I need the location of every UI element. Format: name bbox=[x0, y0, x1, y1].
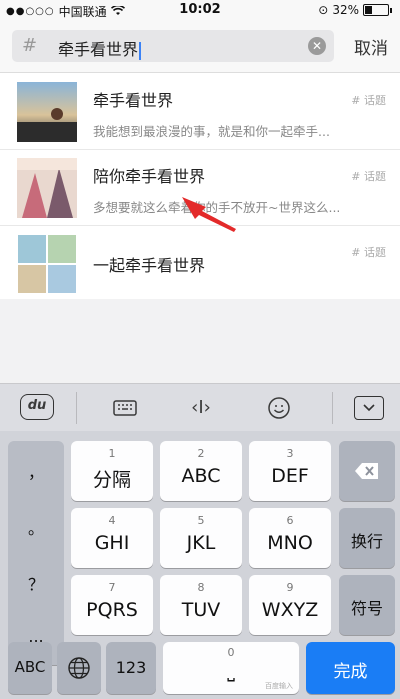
punctuation-period-key[interactable]: 。 bbox=[8, 497, 64, 553]
emoji-icon[interactable] bbox=[264, 394, 294, 422]
battery-percent: 32% bbox=[332, 3, 359, 17]
result-row[interactable]: 一起牵手看世界 # 话题 bbox=[0, 225, 400, 301]
toolbar-separator bbox=[332, 392, 333, 424]
hashtag-icon: # bbox=[351, 170, 364, 183]
text-caret bbox=[139, 41, 142, 60]
key-4[interactable]: 4 GHI bbox=[71, 508, 153, 568]
result-tag: # 话题 bbox=[351, 94, 386, 107]
search-bar: # 牵手看世界 ✕ 取消 bbox=[0, 20, 400, 73]
key-7[interactable]: 7 PQRS bbox=[71, 575, 153, 635]
cursor-move-icon[interactable]: ‹Ⅰ› bbox=[186, 394, 216, 422]
space-icon: ⎵ bbox=[227, 660, 235, 682]
toolbar-separator bbox=[76, 392, 77, 424]
globe-key[interactable] bbox=[57, 642, 101, 694]
punctuation-question-key[interactable]: ？ bbox=[8, 553, 64, 609]
numeric-key[interactable]: 123 bbox=[106, 642, 156, 694]
result-tag: # 话题 bbox=[351, 170, 386, 183]
red-arrow-annotation bbox=[182, 197, 236, 232]
result-row[interactable]: 牵手看世界 我能想到最浪漫的事，就是和你一起牵手... # 话题 bbox=[0, 73, 400, 150]
result-thumbnail bbox=[17, 158, 77, 218]
result-tag: # 话题 bbox=[351, 246, 386, 259]
clear-icon[interactable]: ✕ bbox=[308, 37, 326, 55]
punctuation-comma-key[interactable]: ， bbox=[8, 441, 64, 497]
result-subtitle: 我能想到最浪漫的事，就是和你一起牵手... bbox=[93, 124, 330, 139]
hashtag-icon: # bbox=[351, 94, 364, 107]
space-key[interactable]: 0 ⎵ 百度输入 bbox=[163, 642, 299, 694]
result-title: 陪你牵手看世界 bbox=[93, 167, 206, 186]
keyboard-toolbar: du ‹Ⅰ› bbox=[0, 383, 400, 432]
key-1[interactable]: 1 分隔 bbox=[71, 441, 153, 501]
key-8[interactable]: 8 TUV bbox=[160, 575, 242, 635]
result-title: 牵手看世界 bbox=[93, 91, 174, 110]
newline-key[interactable]: 换行 bbox=[339, 508, 395, 568]
search-query[interactable]: 牵手看世界 bbox=[58, 36, 142, 60]
result-thumbnail bbox=[17, 234, 77, 294]
battery-icon bbox=[363, 4, 389, 16]
backspace-key[interactable] bbox=[339, 441, 395, 501]
backspace-icon bbox=[355, 463, 378, 479]
collapse-keyboard-icon[interactable] bbox=[354, 396, 384, 420]
baidu-logo-icon[interactable]: du bbox=[20, 394, 54, 420]
done-key[interactable]: 完成 bbox=[306, 642, 395, 694]
empty-area bbox=[0, 299, 400, 383]
result-thumbnail bbox=[17, 82, 77, 142]
keyboard: ， 。 ？ ... 1 分隔 2 ABC 3 DEF 4 GHI 5 JKL 6 MNO 换… bbox=[0, 431, 400, 699]
key-9[interactable]: 9 WXYZ bbox=[249, 575, 331, 635]
symbols-key[interactable]: 符号 bbox=[339, 575, 395, 635]
result-title: 一起牵手看世界 bbox=[93, 256, 206, 275]
rotation-lock-icon: ⊙ bbox=[318, 3, 329, 17]
key-5[interactable]: 5 JKL bbox=[160, 508, 242, 568]
abc-key[interactable]: ABC bbox=[8, 642, 52, 694]
globe-icon bbox=[68, 657, 90, 679]
keyboard-icon[interactable] bbox=[110, 394, 140, 422]
hashtag-icon: # bbox=[351, 246, 364, 259]
battery-tip bbox=[390, 7, 392, 13]
ime-brand-label: 百度输入 bbox=[265, 682, 293, 690]
cancel-button[interactable]: 取消 bbox=[354, 34, 388, 59]
key-6[interactable]: 6 MNO bbox=[249, 508, 331, 568]
key-2[interactable]: 2 ABC bbox=[160, 441, 242, 501]
status-right: ⊙ 32% bbox=[318, 3, 392, 17]
search-results: 牵手看世界 我能想到最浪漫的事，就是和你一起牵手... # 话题 陪你牵手看世界… bbox=[0, 73, 400, 299]
status-bar: ●●○○○ 中国联通 10:02 ⊙ 32% bbox=[0, 0, 400, 20]
hashtag-icon: # bbox=[22, 35, 38, 56]
key-3[interactable]: 3 DEF bbox=[249, 441, 331, 501]
search-input[interactable]: # 牵手看世界 ✕ bbox=[12, 30, 334, 62]
